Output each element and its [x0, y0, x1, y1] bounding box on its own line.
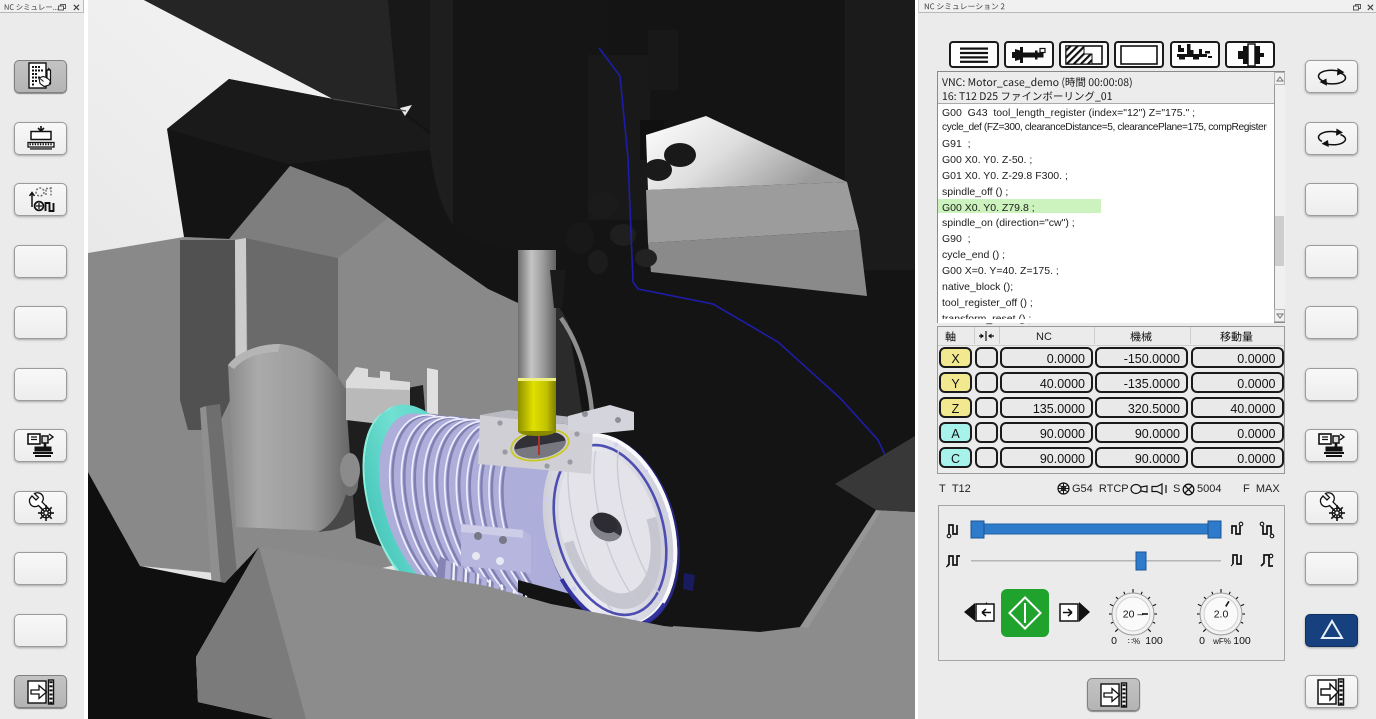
svg-text:2.0: 2.0: [1214, 609, 1229, 621]
svg-text:0: 0: [1111, 635, 1117, 647]
svg-text:0: 0: [1199, 635, 1205, 647]
svg-text:100: 100: [1145, 635, 1163, 647]
svg-text:wF%: wF%: [1212, 637, 1231, 646]
svg-text:100: 100: [1233, 635, 1251, 647]
svg-text:20 –: 20 –: [1123, 609, 1144, 621]
svg-text:∷%: ∷%: [1128, 637, 1140, 646]
